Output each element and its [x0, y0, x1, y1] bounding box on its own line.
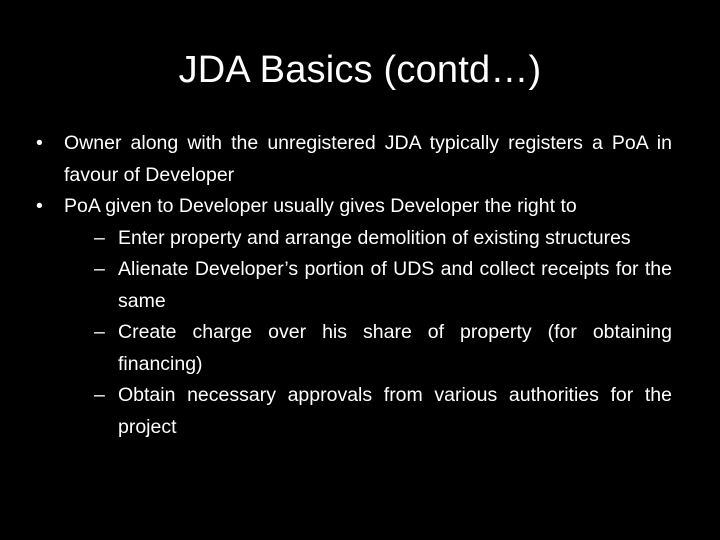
slide-content: • Owner along with the unregistered JDA …: [36, 128, 672, 443]
dash-icon: –: [94, 226, 105, 249]
bullet-item: • Owner along with the unregistered JDA …: [36, 128, 672, 191]
dash-icon: –: [94, 384, 105, 406]
sub-bullet-text: Enter property and arrange demolition of…: [118, 226, 631, 249]
slide: JDA Basics (contd…) • Owner along with t…: [0, 0, 720, 540]
sub-bullet-item: – Alienate Developer’s portion of UDS an…: [94, 254, 672, 317]
sub-bullet-item: – Create charge over his share of proper…: [94, 317, 672, 380]
sub-bullet-item: – Obtain necessary approvals from variou…: [94, 380, 672, 443]
slide-title: JDA Basics (contd…): [178, 49, 542, 91]
bullet-text: PoA given to Developer usually gives Dev…: [64, 195, 577, 217]
bullet-text: Owner along with the unregistered JDA ty…: [64, 132, 672, 186]
bullet-item: • PoA given to Developer usually gives D…: [36, 191, 672, 223]
sub-bullet-text: Alienate Developer’s portion of UDS and …: [118, 258, 672, 312]
dash-icon: –: [94, 258, 105, 280]
sub-bullet-text: Create charge over his share of property…: [118, 321, 672, 375]
bullet-icon: •: [36, 195, 43, 217]
sub-bullet-text: Obtain necessary approvals from various …: [118, 384, 672, 438]
sub-bullet-item: – Enter property and arrange demolition …: [94, 223, 672, 255]
bullet-icon: •: [36, 132, 43, 154]
dash-icon: –: [94, 321, 105, 343]
